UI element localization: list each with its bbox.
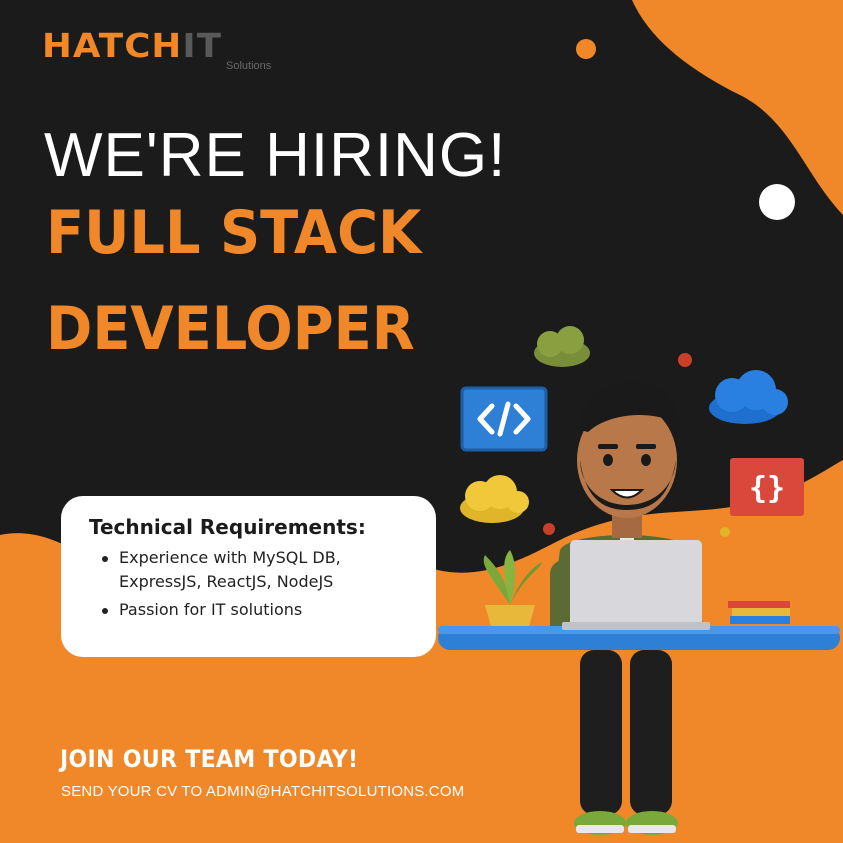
- orange-dot: [576, 39, 596, 59]
- logo-part-it: IT: [182, 26, 223, 65]
- book-stack: [728, 601, 790, 624]
- developer-illustration: {}: [438, 326, 840, 835]
- requirement-item: Experience with MySQL DB, ExpressJS, Rea…: [89, 546, 416, 594]
- role-title-line2: DEVELOPER: [46, 294, 415, 364]
- requirements-title: Technical Requirements:: [89, 515, 366, 539]
- laptop: [562, 540, 710, 630]
- role-title-line1: FULL STACK: [46, 198, 422, 268]
- logo-part-hatch: HATCH: [42, 26, 183, 65]
- yellow-ball: [720, 527, 730, 537]
- top-right-orange-blob: [632, 0, 843, 215]
- green-cloud-icon: [534, 326, 590, 367]
- requirements-card: Technical Requirements: Experience with …: [61, 496, 436, 657]
- logo-wordmark: HATCHIT: [42, 27, 222, 65]
- requirements-list: Experience with MySQL DB, ExpressJS, Rea…: [89, 546, 416, 622]
- curly-braces-icon: {}: [730, 458, 804, 516]
- logo-subtitle: Solutions: [226, 60, 272, 72]
- contact-line: SEND YOUR CV TO ADMIN@HATCHITSOLUTIONS.C…: [61, 783, 465, 800]
- call-to-action: JOIN OUR TEAM TODAY!: [60, 745, 359, 773]
- requirement-line: Passion for IT solutions: [119, 600, 303, 619]
- red-ball: [543, 523, 555, 535]
- code-tag-icon: [460, 386, 548, 452]
- cloud-icon: [709, 370, 788, 424]
- plant-pot: [483, 550, 542, 630]
- white-dot: [759, 184, 795, 220]
- requirement-line: ExpressJS, ReactJS, NodeJS: [119, 572, 334, 591]
- requirement-item: Passion for IT solutions: [89, 598, 416, 622]
- requirement-line: Experience with MySQL DB,: [119, 548, 341, 567]
- hiring-poster: HATCHIT Solutions WE'RE HIRING! FULL STA…: [0, 0, 843, 843]
- hiring-heading: WE'RE HIRING!: [44, 121, 507, 190]
- svg-text:{}: {}: [749, 471, 785, 506]
- yellow-cloud-icon: [460, 475, 529, 523]
- company-logo: HATCHIT Solutions: [42, 27, 287, 75]
- red-ball: [678, 353, 692, 367]
